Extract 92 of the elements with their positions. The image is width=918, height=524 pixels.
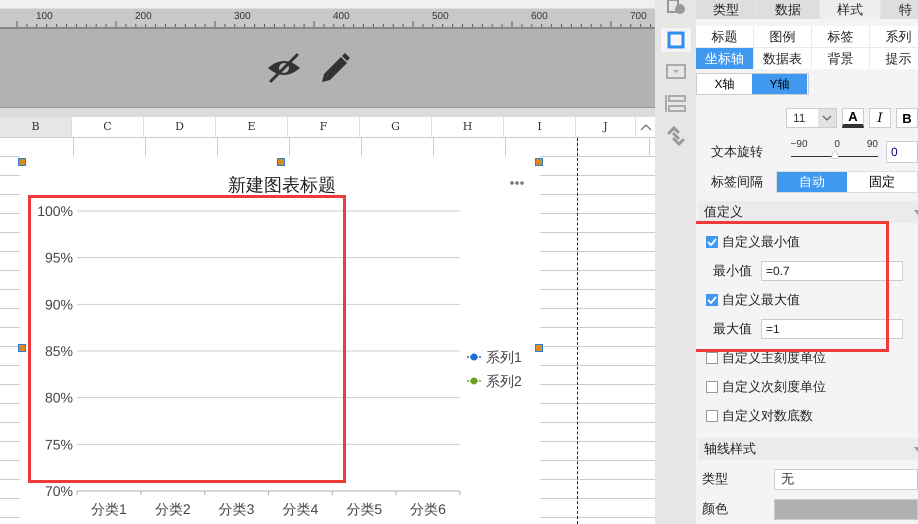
- checkbox[interactable]: [706, 294, 718, 306]
- panel-tab[interactable]: 样式: [820, 0, 880, 19]
- color-select[interactable]: [774, 498, 918, 520]
- chevron-up-icon[interactable]: [640, 123, 652, 131]
- checkbox[interactable]: [706, 380, 718, 392]
- bold-button[interactable]: B: [896, 108, 918, 128]
- y-axis-label: 70%: [44, 483, 73, 499]
- pencil-icon[interactable]: [320, 52, 350, 84]
- splitter-bar[interactable]: [0, 107, 655, 117]
- slider-tick-label: 90: [866, 139, 878, 150]
- resize-handle[interactable]: [535, 344, 543, 352]
- checkbox-label: 自定义最小值: [722, 232, 800, 250]
- slider-tick-label: 0: [834, 139, 840, 150]
- ruler-label: 600: [531, 11, 548, 22]
- font-color-button[interactable]: A: [842, 108, 864, 128]
- checkbox[interactable]: [706, 352, 718, 364]
- resize-handle[interactable]: [18, 158, 26, 166]
- font-size-value: 11: [793, 111, 806, 125]
- panel-tab[interactable]: 特: [882, 0, 918, 19]
- style-tab[interactable]: 标题: [696, 26, 753, 47]
- x-axis-label: 分类1: [91, 501, 127, 517]
- more-icon[interactable]: [510, 181, 524, 185]
- ruler-label: 500: [432, 11, 449, 22]
- column-header[interactable]: I: [504, 117, 576, 137]
- section-header[interactable]: 轴线样式: [698, 438, 918, 460]
- style-tab[interactable]: 数据表: [754, 48, 811, 69]
- column-header[interactable]: B: [0, 117, 72, 137]
- section-title: 值定义: [704, 203, 743, 221]
- checkbox[interactable]: [706, 410, 718, 422]
- checkbox-label: 自定义最大值: [722, 290, 800, 308]
- y-axis-label: 90%: [44, 296, 73, 312]
- hidden-eye-icon[interactable]: [266, 53, 302, 83]
- field-label: 颜色: [702, 500, 729, 518]
- y-axis-label: 80%: [44, 390, 73, 406]
- resize-handle[interactable]: [18, 344, 26, 352]
- style-tab[interactable]: 系列: [870, 26, 918, 47]
- field-label: 文本旋转: [711, 143, 764, 161]
- ruler-label: 100: [36, 11, 53, 22]
- y-axis-label: 100%: [37, 203, 73, 219]
- column-header[interactable]: C: [72, 117, 144, 137]
- y-axis-label: 95%: [44, 250, 73, 266]
- x-axis-label: 分类5: [346, 501, 382, 517]
- ruler-label: 700: [630, 11, 647, 22]
- style-tab[interactable]: 背景: [812, 48, 869, 69]
- checkbox[interactable]: [706, 236, 718, 248]
- x-axis-label: 分类3: [218, 501, 254, 517]
- y-axis-label: 75%: [44, 436, 73, 452]
- type-select[interactable]: 无: [774, 468, 918, 490]
- value-field[interactable]: =0.7: [761, 260, 903, 280]
- y-axis-label: 85%: [44, 343, 73, 359]
- italic-button[interactable]: I: [869, 108, 891, 128]
- interval-option[interactable]: 固定: [847, 172, 917, 192]
- checkbox-label: 自定义主刻度单位: [722, 348, 826, 366]
- legend-label[interactable]: 系列1: [486, 349, 522, 365]
- column-header[interactable]: E: [216, 117, 288, 137]
- panel-tab[interactable]: 数据: [758, 0, 818, 19]
- x-axis-label: 分类2: [154, 501, 191, 517]
- x-axis-label: 分类4: [282, 501, 318, 517]
- ruler-label: 200: [135, 11, 152, 22]
- section-title: 轴线样式: [704, 440, 756, 458]
- legend-label[interactable]: 系列2: [486, 373, 522, 389]
- column-header[interactable]: G: [360, 117, 432, 137]
- checkbox-label: 自定义次刻度单位: [722, 378, 826, 396]
- style-tab[interactable]: 提示: [870, 48, 918, 69]
- field-label: 标签间隔: [711, 173, 764, 191]
- field-label: 最小值: [713, 262, 753, 280]
- column-header[interactable]: J: [576, 117, 636, 137]
- chart-title: 新建图表标题: [228, 175, 336, 195]
- rotation-input[interactable]: 0: [886, 141, 918, 163]
- style-tab[interactable]: 图例: [754, 26, 811, 47]
- field-label: 最大值: [713, 320, 753, 338]
- column-header[interactable]: H: [432, 117, 504, 137]
- value-field[interactable]: =1: [761, 318, 903, 338]
- caret-icon: [822, 115, 832, 121]
- slider-tick-label: −90: [790, 139, 808, 150]
- font-size-select[interactable]: 11: [786, 108, 837, 128]
- slider-thumb[interactable]: [830, 150, 839, 158]
- axis-tab[interactable]: Y轴: [752, 74, 807, 94]
- resize-handle[interactable]: [535, 158, 543, 166]
- axis-tab[interactable]: X轴: [697, 74, 752, 94]
- column-header[interactable]: F: [288, 117, 360, 137]
- resize-handle[interactable]: [277, 158, 285, 166]
- section-header[interactable]: 值定义: [698, 201, 918, 223]
- field-label: 类型: [702, 470, 729, 488]
- column-header[interactable]: D: [144, 117, 216, 137]
- x-axis-label: 分类6: [410, 501, 446, 517]
- ruler-label: 300: [234, 11, 251, 22]
- panel-tab[interactable]: 类型: [696, 0, 756, 19]
- ruler-label: 400: [333, 11, 350, 22]
- style-tab[interactable]: 标签: [812, 26, 869, 47]
- checkbox-label: 自定义对数底数: [722, 406, 813, 424]
- square-icon[interactable]: [660, 28, 690, 52]
